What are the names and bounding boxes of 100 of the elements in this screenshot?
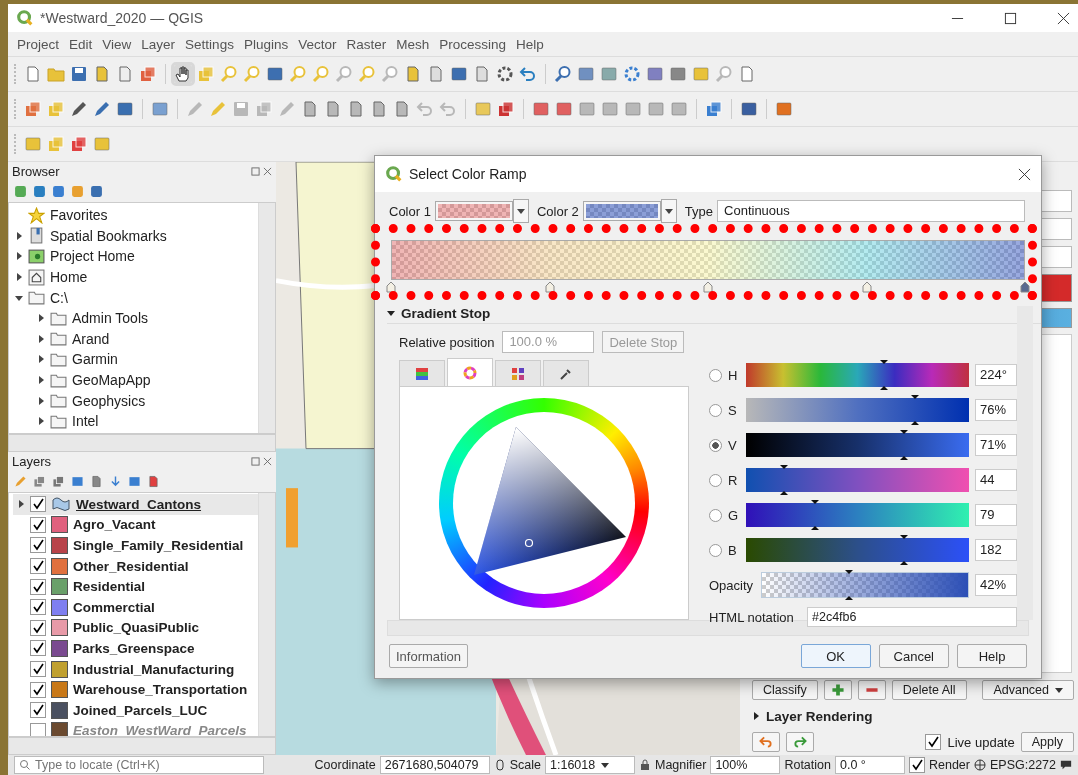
menu-item[interactable]: Layer (136, 36, 181, 52)
gradient-stop-marker[interactable] (1020, 281, 1030, 293)
slider-marker[interactable] (910, 395, 921, 425)
expand-arrow-icon[interactable] (37, 314, 45, 323)
slider-marker[interactable] (843, 570, 854, 600)
tree-item[interactable]: Intel (72, 413, 99, 430)
float-icon[interactable] (251, 456, 260, 466)
layers-icon[interactable] (70, 135, 88, 153)
color-button[interactable] (582, 201, 661, 221)
mouse-icon[interactable] (493, 759, 506, 771)
checkbox[interactable] (30, 702, 46, 719)
layer-row[interactable]: Industrial_Manufacturing (13, 658, 259, 680)
locator-search-field[interactable]: Type to locate (Ctrl+K) (14, 756, 264, 774)
color-slider[interactable] (746, 538, 969, 562)
value-spinbox[interactable]: 76% (975, 399, 1017, 421)
checkbox[interactable] (30, 640, 46, 657)
layers-icon[interactable] (255, 100, 273, 118)
color-slider[interactable] (746, 398, 969, 422)
caret-icon[interactable] (660, 199, 677, 223)
radio-button[interactable] (709, 403, 722, 417)
expand-arrow-icon[interactable] (37, 376, 45, 385)
collapse-arrow-icon[interactable] (15, 293, 23, 302)
scrollbar[interactable] (8, 737, 276, 755)
page-icon[interactable] (393, 100, 411, 118)
menu-item[interactable]: Help (511, 36, 549, 52)
classify-button[interactable]: Classify (752, 680, 818, 700)
page-icon[interactable] (301, 100, 319, 118)
toolbar-icon[interactable] (52, 184, 65, 198)
layer-row[interactable]: Residential (13, 576, 259, 597)
refresh-icon[interactable] (519, 65, 537, 83)
layer-row[interactable]: Joined_Parcels_LUC (13, 699, 259, 721)
arrow-icon[interactable] (109, 474, 122, 488)
slider-marker[interactable] (810, 500, 821, 530)
delete-all-button[interactable]: Delete All (891, 680, 967, 700)
dialog-button[interactable]: Information (389, 644, 469, 668)
value-spinbox[interactable]: 224° (975, 364, 1017, 386)
save-icon[interactable] (70, 65, 88, 83)
menu-item[interactable]: Vector (293, 36, 342, 52)
color-slider[interactable] (746, 363, 969, 387)
menu-item[interactable]: Raster (341, 36, 392, 52)
toolbar-icon[interactable] (90, 184, 103, 198)
page-icon[interactable] (347, 100, 365, 118)
color-slider[interactable] (746, 433, 969, 457)
expand-arrow-icon[interactable] (37, 355, 45, 364)
checkbox[interactable] (30, 537, 46, 554)
picker-tab[interactable] (399, 360, 445, 386)
expand-arrow-icon[interactable] (37, 334, 45, 343)
rotation-spinbox[interactable]: 0.0 ° (835, 756, 905, 774)
layer-row[interactable]: Commerctial (13, 596, 259, 618)
radio-button[interactable] (709, 368, 722, 382)
html-color-field[interactable]: #2c4fb6 (807, 607, 1017, 627)
menu-item[interactable]: Mesh (391, 36, 435, 52)
expand-arrow-icon[interactable] (15, 231, 23, 240)
layer-row[interactable]: Agro_Vacant (13, 514, 259, 536)
layer-row[interactable]: Easton_WestWard_Parcels (13, 720, 259, 736)
tree-item[interactable]: Project Home (50, 248, 135, 265)
layer-row[interactable]: Single_Family_Residential (13, 535, 259, 556)
slider-marker[interactable] (778, 465, 789, 495)
gradient-stop-marker[interactable] (703, 281, 713, 293)
gear-icon[interactable] (623, 65, 641, 83)
checkbox[interactable] (30, 599, 46, 616)
section-header[interactable]: Gradient Stop (401, 305, 491, 321)
picker-tab[interactable] (495, 360, 541, 386)
section-header[interactable]: Layer Rendering (766, 708, 873, 724)
expand-arrow-icon[interactable] (752, 712, 760, 720)
layer-row[interactable]: Warehouse_Transportation (13, 679, 259, 700)
close-icon[interactable] (1057, 11, 1070, 25)
dialog-button[interactable]: Help (957, 644, 1027, 668)
close-icon[interactable] (1018, 167, 1031, 181)
add-plus-icon[interactable] (823, 680, 852, 700)
scrollbar[interactable] (8, 434, 276, 452)
scrollbar[interactable] (258, 493, 275, 736)
expand-arrow-icon[interactable] (15, 252, 23, 261)
collapse-arrow-icon[interactable] (387, 309, 395, 317)
gradient-stop-marker[interactable] (861, 281, 872, 293)
tree-item[interactable]: Favorites (50, 207, 108, 224)
value-spinbox[interactable]: 79 (975, 504, 1017, 526)
float-icon[interactable] (251, 166, 260, 176)
menu-item[interactable]: Edit (64, 36, 98, 52)
speech-bubble-icon[interactable] (1060, 759, 1072, 771)
toolbar-icon[interactable] (14, 184, 27, 198)
expand-arrow-icon[interactable] (15, 273, 23, 282)
expand-arrow-icon[interactable] (37, 396, 45, 405)
value-spinbox[interactable]: 42% (975, 574, 1017, 596)
color-slider[interactable] (746, 468, 969, 492)
hand-icon[interactable] (174, 65, 192, 83)
layer-row[interactable]: Parks_Greenspace (13, 638, 259, 659)
page-icon[interactable] (24, 65, 42, 83)
checkbox[interactable] (30, 681, 46, 698)
checkbox[interactable] (30, 558, 46, 575)
coordinate-field[interactable]: 2671680,504079 (379, 756, 490, 774)
magnifier-icon[interactable] (554, 65, 572, 83)
crs-button[interactable]: EPSG:2272 (990, 758, 1056, 772)
radio-button[interactable] (709, 473, 722, 487)
scrollbar[interactable] (1017, 306, 1033, 620)
checkbox[interactable] (30, 722, 46, 736)
slider-marker[interactable] (899, 430, 910, 460)
checkbox[interactable] (30, 661, 46, 678)
apply-button[interactable]: Apply (1020, 732, 1074, 752)
slider-marker[interactable] (879, 360, 890, 390)
